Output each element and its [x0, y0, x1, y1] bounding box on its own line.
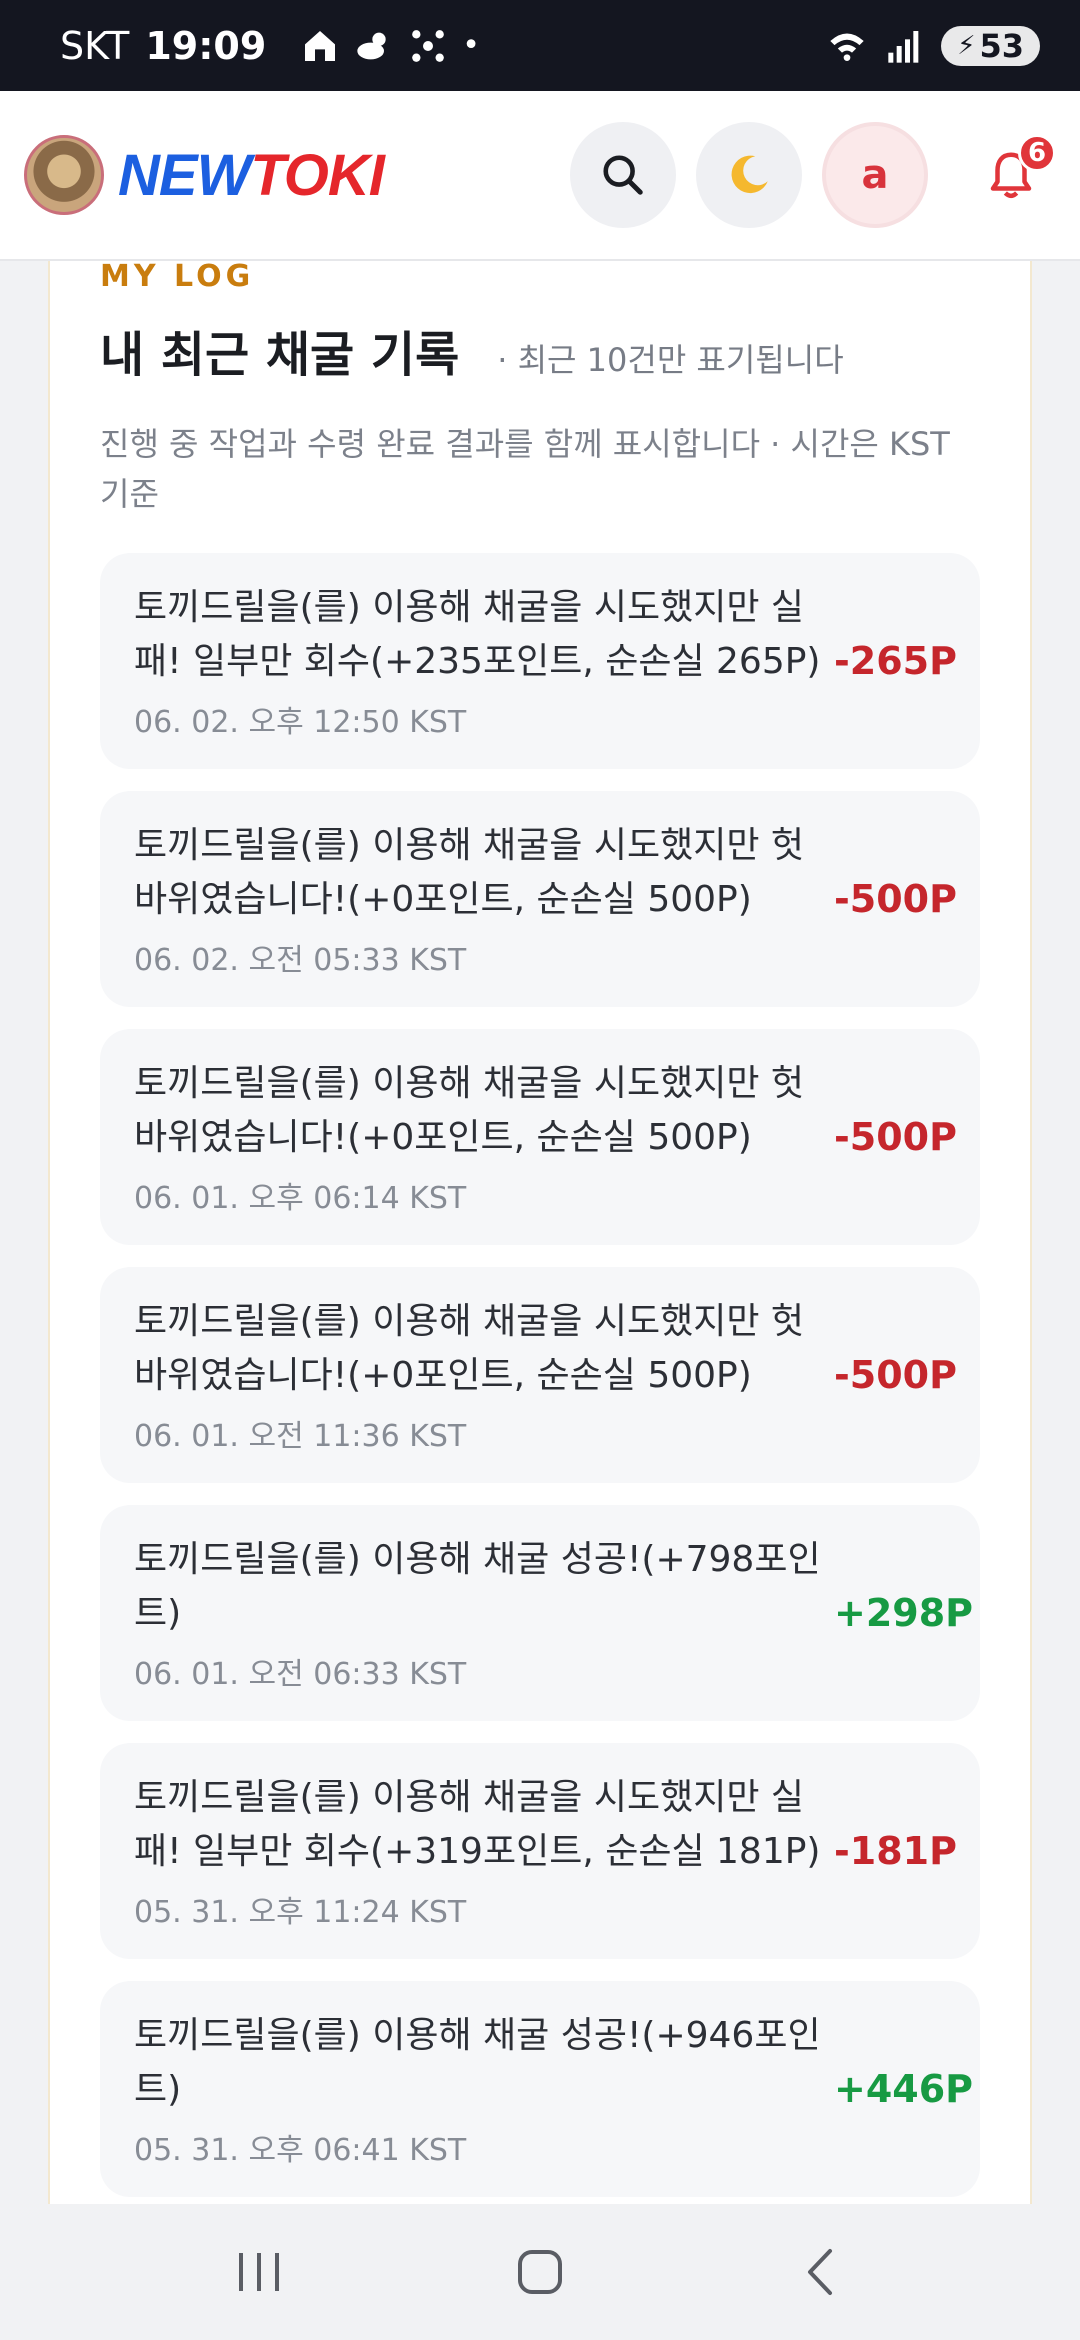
log-body: 토끼드릴을(를) 이용해 채굴을 시도했지만 헛바위였습니다!(+0포인트, 순…: [134, 819, 824, 979]
back-chevron-icon: [808, 2249, 832, 2295]
log-amount: -265P: [834, 639, 957, 683]
log-text: 토끼드릴을(를) 이용해 채굴을 시도했지만 헛바위였습니다!(+0포인트, 순…: [134, 1301, 805, 1396]
status-right: ⚡ 53: [825, 25, 1040, 66]
log-body: 토끼드릴을(를) 이용해 채굴 성공!(+946포인트) 05. 31. 오후 …: [134, 2009, 824, 2169]
user-initial: a: [861, 152, 889, 198]
log-text: 토끼드릴을(를) 이용해 채굴 성공!(+946포인트): [134, 2015, 821, 2110]
notifications-button[interactable]: 6: [966, 122, 1056, 228]
log-body: 토끼드릴을(를) 이용해 채굴을 시도했지만 실패! 일부만 회수(+235포인…: [134, 581, 824, 741]
log-time: 06. 01. 오전 06:33 KST: [134, 1657, 467, 1692]
log-amount: -500P: [834, 1353, 957, 1397]
section-description: 진행 중 작업과 수령 완료 결과를 함께 표시합니다 · 시간은 KST 기준: [100, 425, 950, 513]
section-subtitle: · 최근 10건만 표기됩니다: [497, 341, 844, 379]
log-item: 토끼드릴을(를) 이용해 채굴을 시도했지만 실패! 일부만 회수(+235포인…: [100, 553, 980, 769]
log-body: 토끼드릴을(를) 이용해 채굴 성공!(+798포인트) 06. 01. 오전 …: [134, 1533, 824, 1693]
notification-count-badge: 6: [1018, 134, 1056, 172]
weather-icon: [357, 32, 386, 59]
title-row: 내 최근 채굴 기록 · 최근 10건만 표기됩니다: [100, 315, 980, 385]
theme-toggle-button[interactable]: [696, 122, 802, 228]
section-title: 내 최근 채굴 기록: [100, 327, 460, 383]
recent-apps-icon: [239, 2253, 279, 2291]
battery-bolt-icon: ⚡: [957, 30, 976, 61]
log-time: 06. 01. 오전 11:36 KST: [134, 1419, 467, 1454]
moon-icon: [731, 155, 768, 194]
header-actions: a 6: [570, 122, 1056, 228]
section-tag: MY LOG: [100, 261, 255, 294]
log-amount: -500P: [834, 877, 957, 921]
logo-text-toki: TOKI: [250, 142, 384, 208]
mining-log-section: MY LOG 내 최근 채굴 기록 · 최근 10건만 표기됩니다 진행 중 작…: [48, 261, 1032, 2204]
home-square-icon: [518, 2250, 562, 2294]
site-logo[interactable]: NEWTOKI: [118, 142, 385, 209]
logo-mascot-image[interactable]: [24, 135, 104, 215]
carrier-label: SKT: [60, 23, 130, 68]
log-item: 토끼드릴을(를) 이용해 채굴을 시도했지만 헛바위였습니다!(+0포인트, 순…: [100, 1029, 980, 1245]
log-body: 토끼드릴을(를) 이용해 채굴을 시도했지만 실패! 일부만 회수(+319포인…: [134, 1771, 824, 1931]
log-amount: +298P: [834, 1591, 974, 1635]
network-icon: [412, 29, 445, 62]
system-nav-bar: [0, 2204, 1080, 2340]
log-item: 토끼드릴을(를) 이용해 채굴을 시도했지만 실패! 일부만 회수(+319포인…: [100, 1743, 980, 1959]
home-button[interactable]: [480, 2232, 600, 2312]
log-body: 토끼드릴을(를) 이용해 채굴을 시도했지만 헛바위였습니다!(+0포인트, 순…: [134, 1057, 824, 1217]
logo-text-new: NEW: [118, 142, 251, 208]
search-button[interactable]: [570, 122, 676, 228]
app-header: NEWTOKI a 6: [0, 91, 1080, 261]
log-amount: -181P: [834, 1829, 957, 1873]
log-item: 토끼드릴을(를) 이용해 채굴을 시도했지만 헛바위였습니다!(+0포인트, 순…: [100, 1267, 980, 1483]
log-text: 토끼드릴을(를) 이용해 채굴을 시도했지만 헛바위였습니다!(+0포인트, 순…: [134, 825, 805, 920]
log-text: 토끼드릴을(를) 이용해 채굴을 시도했지만 실패! 일부만 회수(+319포인…: [134, 1777, 821, 1872]
log-amount: +446P: [834, 2067, 974, 2111]
more-dot-icon: •: [462, 28, 480, 63]
log-time: 05. 31. 오후 11:24 KST: [134, 1895, 467, 1930]
user-avatar-button[interactable]: a: [822, 122, 928, 228]
log-text: 토끼드릴을(를) 이용해 채굴을 시도했지만 실패! 일부만 회수(+235포인…: [134, 587, 821, 682]
battery-indicator: ⚡ 53: [941, 25, 1040, 66]
log-item: 토끼드릴을(를) 이용해 채굴을 시도했지만 헛바위였습니다!(+0포인트, 순…: [100, 791, 980, 1007]
log-body: 토끼드릴을(를) 이용해 채굴을 시도했지만 헛바위였습니다!(+0포인트, 순…: [134, 1295, 824, 1455]
back-button[interactable]: [760, 2232, 880, 2312]
status-left: SKT 19:09 •: [60, 24, 480, 68]
log-text: 토끼드릴을(를) 이용해 채굴 성공!(+798포인트): [134, 1539, 821, 1634]
log-time: 05. 31. 오후 06:41 KST: [134, 2133, 467, 2168]
log-time: 06. 01. 오후 06:14 KST: [134, 1181, 467, 1216]
search-icon: [603, 155, 643, 195]
log-time: 06. 02. 오후 12:50 KST: [134, 705, 467, 740]
log-item: 토끼드릴을(를) 이용해 채굴 성공!(+798포인트) 06. 01. 오전 …: [100, 1505, 980, 1721]
log-amount: -500P: [834, 1115, 957, 1159]
clock: 19:09: [145, 23, 267, 68]
battery-level: 53: [979, 26, 1024, 65]
wifi-icon: [830, 33, 864, 61]
home-icon: [305, 30, 336, 61]
status-notification-icons: •: [300, 26, 480, 66]
log-time: 06. 02. 오전 05:33 KST: [134, 943, 467, 978]
log-item: 토끼드릴을(를) 이용해 채굴 성공!(+946포인트) 05. 31. 오후 …: [100, 1981, 980, 2197]
log-text: 토끼드릴을(를) 이용해 채굴을 시도했지만 헛바위였습니다!(+0포인트, 순…: [134, 1063, 805, 1158]
status-bar: SKT 19:09 • ⚡ 53: [0, 0, 1080, 91]
recent-apps-button[interactable]: [200, 2232, 320, 2312]
signal-icon: [888, 30, 919, 63]
log-list: 토끼드릴을(를) 이용해 채굴을 시도했지만 실패! 일부만 회수(+235포인…: [100, 553, 980, 2197]
